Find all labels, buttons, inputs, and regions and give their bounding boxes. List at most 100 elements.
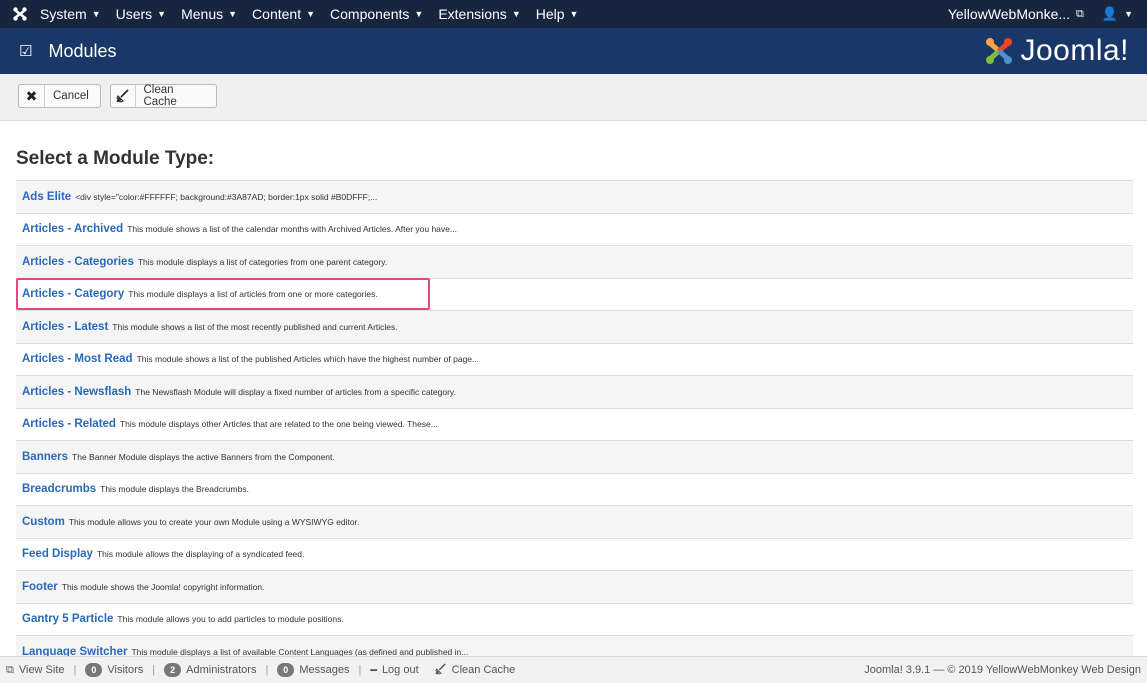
module-link[interactable]: Footer [22, 581, 58, 593]
list-item: Ads Elite <div style="color:#FFFFFF; back… [16, 181, 1133, 214]
module-desc: This module displays a list of articles … [128, 289, 378, 300]
brand-name: Joomla! [1020, 34, 1129, 67]
broom-icon [111, 85, 136, 107]
module-desc: This module shows a list of the publishe… [136, 354, 480, 365]
joomla-mark-icon [13, 7, 27, 21]
visitors-badge: 0 [85, 663, 103, 677]
module-desc: This module displays a list of categorie… [137, 256, 388, 267]
module-type-list: Ads Elite <div style="color:#FFFFFF; back… [16, 180, 1133, 669]
module-link[interactable]: Articles - Category [22, 288, 124, 300]
module-link[interactable]: Articles - Related [22, 418, 116, 430]
list-item: Articles - Latest This module shows a lis… [16, 311, 1133, 344]
joomla-logo-icon[interactable] [0, 0, 40, 28]
checkbox-icon: ☑ [19, 43, 33, 60]
list-item: Banners The Banner Module displays the ac… [16, 441, 1133, 474]
module-desc: This module shows a list of the most rec… [112, 321, 398, 332]
topnav-right: YellowWebMonke... ⧉ 👤 ▼ [948, 0, 1147, 28]
list-item: Articles - Categories This module display… [16, 246, 1133, 279]
menu-users[interactable]: Users ▼ [116, 6, 166, 22]
caret-down-icon: ▼ [511, 9, 521, 19]
module-link[interactable]: Feed Display [22, 548, 93, 560]
status-bar: ⧉ View Site | 0 Visitors | 2 Administrat… [0, 656, 1147, 683]
separator: | [265, 664, 269, 676]
messages-label: Messages [299, 664, 350, 676]
menu-system[interactable]: System ▼ [40, 6, 101, 22]
cancel-button[interactable]: ✖ Cancel [18, 84, 101, 108]
list-item: Breadcrumbs This module displays the Brea… [16, 473, 1133, 506]
clean-cache-button[interactable]: Clean Cache [110, 84, 217, 108]
module-desc: The Newsflash Module will display a fixe… [135, 386, 456, 397]
list-item: Articles - Category This module displays … [16, 278, 1133, 311]
module-link[interactable]: Custom [22, 516, 65, 528]
page-header: ☑ Modules Joomla! [0, 28, 1147, 74]
caret-down-icon: ▼ [91, 9, 101, 19]
clean-cache-label: Clean Cache [143, 84, 177, 108]
visitors-label: Visitors [107, 664, 144, 676]
external-link-icon: ⧉ [1076, 7, 1084, 20]
menu-content[interactable]: Content ▼ [252, 6, 315, 22]
module-link[interactable]: Ads Elite [22, 191, 71, 203]
list-item: Articles - Related This module displays o… [16, 408, 1133, 441]
menu-menus[interactable]: Menus ▼ [181, 6, 237, 22]
module-desc: <div style="color:#FFFFFF; background:#3… [75, 191, 378, 202]
module-link[interactable]: Articles - Categories [22, 256, 134, 268]
admins-label: Administrators [186, 664, 257, 676]
joomla-brand-icon [986, 38, 1013, 64]
separator: | [73, 664, 77, 676]
module-link[interactable]: Articles - Archived [22, 223, 123, 235]
list-item: Articles - Most Read This module shows a … [16, 343, 1133, 376]
module-link[interactable]: Articles - Newsflash [22, 386, 131, 398]
module-link[interactable]: Articles - Most Read [22, 353, 133, 365]
menu-label: Help [535, 6, 565, 22]
menu-help[interactable]: Help ▼ [536, 6, 579, 22]
menu-label: Users [115, 6, 153, 22]
separator: | [358, 664, 362, 676]
menu-label: Menus [181, 6, 224, 22]
user-menu[interactable]: 👤 ▼ [1102, 6, 1133, 22]
view-site-label: View Site [18, 664, 65, 676]
menu-label: Components [330, 6, 410, 22]
menu-components[interactable]: Components ▼ [330, 6, 423, 22]
module-desc: This module displays the Breadcrumbs. [100, 484, 249, 495]
caret-down-icon: ▼ [157, 9, 167, 19]
module-link[interactable]: Banners [22, 451, 68, 463]
list-item: Gantry 5 Particle This module allows you … [16, 603, 1133, 636]
menu-label: System [40, 6, 87, 22]
module-link[interactable]: Breadcrumbs [22, 483, 96, 495]
menu-label: Extensions [438, 6, 507, 22]
module-desc: This module allows the displaying of a s… [96, 549, 305, 560]
external-link-icon: ⧉ [6, 663, 14, 676]
separator: | [152, 664, 156, 676]
list-item: Articles - Archived This module shows a l… [16, 213, 1133, 246]
list-item: Custom This module allows you to create y… [16, 506, 1133, 539]
caret-down-icon: ▼ [228, 9, 238, 19]
clean-cache-link[interactable]: Clean Cache [434, 662, 515, 678]
module-link[interactable]: Articles - Latest [22, 321, 108, 333]
joomla-brand: Joomla! [984, 34, 1129, 68]
close-icon: ✖ [19, 85, 45, 107]
administrators-link[interactable]: 2 Administrators [164, 663, 256, 677]
module-link[interactable]: Gantry 5 Particle [22, 613, 113, 625]
menu-extensions[interactable]: Extensions ▼ [438, 6, 520, 22]
toolbar: ✖ Cancel Clean Cache [0, 74, 1147, 121]
list-item: Articles - Newsflash The Newsflash Module… [16, 376, 1133, 409]
top-navbar: System ▼ Users ▼ Menus ▼ Content ▼ Component… [0, 0, 1147, 28]
module-desc: The Banner Module displays the active Ba… [72, 451, 335, 462]
main-menu: System ▼ Users ▼ Menus ▼ Content ▼ Component… [40, 0, 593, 28]
logout-link[interactable]: ━ Log out [370, 664, 418, 677]
site-link[interactable]: YellowWebMonke... ⧉ [948, 6, 1084, 22]
list-item: Feed Display This module allows the displ… [16, 538, 1133, 571]
broom-svg-icon [116, 89, 129, 103]
messages-link[interactable]: 0 Messages [277, 663, 349, 677]
module-desc: This module allows you to create your ow… [68, 516, 360, 527]
minus-icon: ━ [370, 664, 377, 677]
view-site-link[interactable]: ⧉ View Site [6, 664, 65, 677]
module-desc: This module displays other Articles that… [119, 419, 438, 430]
site-name: YellowWebMonke... [947, 6, 1071, 22]
module-desc: This module shows the Joomla! copyright … [61, 581, 265, 592]
visitors-link[interactable]: 0 Visitors [85, 663, 143, 677]
caret-down-icon: ▼ [414, 9, 424, 19]
menu-label: Content [252, 6, 302, 22]
broom-icon [434, 662, 447, 678]
module-desc: This module shows a list of the calendar… [127, 224, 457, 235]
